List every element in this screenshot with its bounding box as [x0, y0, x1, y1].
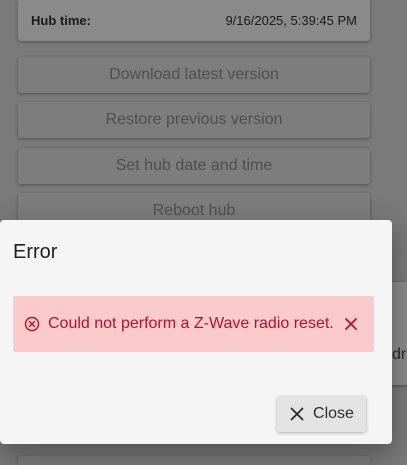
- dismiss-alert-button[interactable]: [340, 313, 362, 335]
- side-card-text: dre: [392, 346, 407, 363]
- hub-time-label: Hub time:: [31, 13, 91, 28]
- restore-previous-button[interactable]: Restore previous version: [18, 102, 370, 138]
- close-button[interactable]: Close: [277, 396, 366, 432]
- bottom-card: [18, 456, 370, 465]
- hub-time-card: Hub time: 9/16/2025, 5:39:45 PM: [18, 0, 370, 41]
- hub-time-value: 9/16/2025, 5:39:45 PM: [225, 13, 357, 28]
- set-hub-date-time-button[interactable]: Set hub date and time: [18, 148, 370, 184]
- close-icon: [344, 318, 357, 330]
- dialog-title: Error: [13, 241, 58, 263]
- download-latest-button[interactable]: Download latest version: [18, 57, 370, 93]
- error-circle-icon: [24, 316, 40, 332]
- error-dialog: Error Could not perform a Z-Wave radio r…: [0, 220, 392, 444]
- close-button-label: Close: [313, 405, 354, 422]
- close-icon: [290, 407, 304, 421]
- error-alert: Could not perform a Z-Wave radio reset.: [13, 296, 374, 352]
- error-message: Could not perform a Z-Wave radio reset.: [48, 315, 334, 332]
